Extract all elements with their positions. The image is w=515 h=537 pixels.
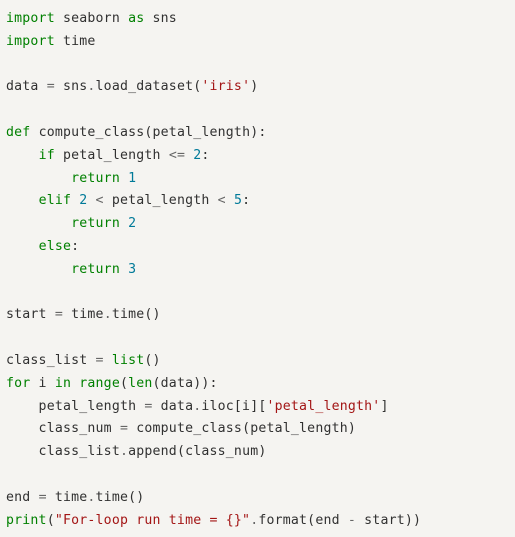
code-token — [226, 193, 234, 208]
code-token: else — [39, 239, 72, 254]
code-token — [6, 239, 39, 254]
code-token: petal_length — [55, 148, 169, 163]
code-token: = — [55, 307, 63, 322]
code-token: : — [201, 148, 209, 163]
code-token: time — [63, 34, 96, 49]
code-token — [120, 262, 128, 277]
code-token — [6, 193, 39, 208]
code-token: () — [144, 353, 160, 368]
code-token: if — [39, 148, 55, 163]
code-token: append(class_num) — [128, 444, 266, 459]
code-token: . — [87, 79, 95, 94]
code-token — [6, 262, 71, 277]
code-token: (data)): — [153, 376, 218, 391]
code-token: data — [153, 399, 194, 414]
code-token: import — [6, 11, 55, 26]
code-token — [120, 216, 128, 231]
code-token: return — [71, 262, 120, 277]
code-token: print — [6, 513, 47, 528]
code-token: def — [6, 125, 30, 140]
code-token — [55, 11, 63, 26]
code-token — [87, 193, 95, 208]
code-token: i — [30, 376, 54, 391]
code-token: compute_class — [39, 125, 145, 140]
code-token: list — [112, 353, 145, 368]
code-token: ( — [120, 376, 128, 391]
code-token: format(end — [258, 513, 348, 528]
code-token: return — [71, 216, 120, 231]
code-token: start — [6, 307, 55, 322]
code-token: return — [71, 171, 120, 186]
code-token — [6, 216, 71, 231]
code-token: . — [87, 490, 95, 505]
code-token: 'petal_length' — [266, 399, 380, 414]
code-token: time() — [112, 307, 161, 322]
code-token: 'iris' — [201, 79, 250, 94]
code-block: import seaborn as sns import time data =… — [0, 0, 515, 537]
code-token — [185, 148, 193, 163]
code-token: 5 — [234, 193, 242, 208]
code-token — [6, 148, 39, 163]
code-token: for — [6, 376, 30, 391]
code-token: <= — [169, 148, 185, 163]
code-token: load_dataset( — [96, 79, 202, 94]
code-token — [104, 353, 112, 368]
code-token: = — [96, 353, 104, 368]
code-token: - — [348, 513, 356, 528]
code-token: = — [144, 399, 152, 414]
code-token: as — [128, 11, 144, 26]
code-token: (petal_length): — [144, 125, 266, 140]
code-token: : — [242, 193, 250, 208]
code-token: ) — [250, 79, 258, 94]
code-token: elif — [39, 193, 72, 208]
code-token: petal_length — [6, 399, 144, 414]
code-token: ] — [380, 399, 388, 414]
code-token — [120, 171, 128, 186]
code-token: seaborn — [63, 11, 120, 26]
code-token: petal_length — [104, 193, 218, 208]
code-token: import — [6, 34, 55, 49]
code-token — [6, 171, 71, 186]
code-token — [144, 11, 152, 26]
code-token — [30, 125, 38, 140]
code-token: class_list — [6, 353, 96, 368]
code-token: = — [120, 421, 128, 436]
code-token: = — [39, 490, 47, 505]
code-token: end — [6, 490, 39, 505]
code-token: time — [63, 307, 104, 322]
code-token: 3 — [128, 262, 136, 277]
code-token: len — [128, 376, 152, 391]
code-token: class_num — [6, 421, 120, 436]
code-token: time() — [96, 490, 145, 505]
code-token — [55, 34, 63, 49]
code-token — [120, 11, 128, 26]
code-token: class_list — [6, 444, 120, 459]
code-token: < — [96, 193, 104, 208]
code-token: ( — [47, 513, 55, 528]
code-token: start)) — [356, 513, 421, 528]
code-token: < — [218, 193, 226, 208]
code-token: "For-loop run time = {}" — [55, 513, 250, 528]
code-token: sns — [55, 79, 88, 94]
code-token: 1 — [128, 171, 136, 186]
code-token: sns — [153, 11, 177, 26]
code-token: range — [79, 376, 120, 391]
code-token: time — [47, 490, 88, 505]
code-token: . — [104, 307, 112, 322]
code-token: iloc[i][ — [201, 399, 266, 414]
code-token: in — [55, 376, 71, 391]
code-token: . — [120, 444, 128, 459]
code-token: : — [71, 239, 79, 254]
code-token: = — [47, 79, 55, 94]
code-token: 2 — [128, 216, 136, 231]
code-token: data — [6, 79, 47, 94]
code-token: compute_class(petal_length) — [128, 421, 356, 436]
